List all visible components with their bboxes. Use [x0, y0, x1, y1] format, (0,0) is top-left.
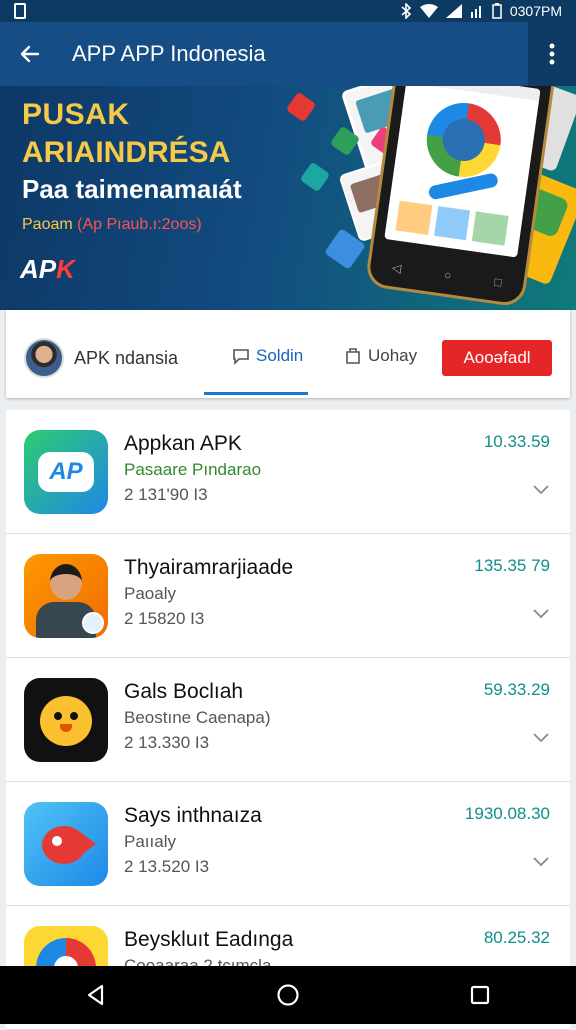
back-button[interactable]	[0, 22, 60, 86]
data-signal-icon	[470, 6, 481, 18]
tab-search-label: Soldin	[256, 346, 304, 365]
banner-heading-line3: Paa taimenamaıát	[22, 174, 242, 204]
avatar[interactable]	[24, 338, 64, 378]
tab-library-label: Uohay	[368, 346, 418, 365]
bag-icon	[346, 348, 360, 364]
app-apk-icon: AP	[24, 430, 108, 514]
apk-logo-main: AP	[20, 254, 57, 284]
app-value: 59.33.29	[483, 680, 550, 699]
apk-logo-accent: K	[56, 254, 75, 284]
tab-search[interactable]: Soldin	[232, 346, 303, 366]
app-size: 2 13.520 I3	[124, 857, 210, 876]
app-size: 2 131'90 I3	[124, 485, 208, 504]
app-title: APP APP Indonesia	[72, 41, 266, 66]
banner-subtitle: Paoam (Ap Pıaub.ı:2oos)	[22, 216, 202, 234]
phone-mockup-nav: ◁ ○ □	[391, 260, 503, 290]
app-bar: APP APP Indonesia	[0, 22, 576, 86]
chevron-down-icon[interactable]	[532, 728, 550, 746]
banner-heading-line1: PUSAK	[22, 98, 130, 131]
signal-icon	[445, 4, 462, 18]
list-item[interactable]: Gals Boclıah Beostıne Caenapa) 2 13.330 …	[6, 658, 570, 782]
app-name: Beyskluıt Eadınga	[124, 928, 294, 951]
app-name: Appkan APK	[124, 432, 242, 455]
brand-label: APK ndansia	[74, 348, 179, 368]
wifi-icon	[419, 4, 438, 18]
list-item[interactable]: Says inthnaıza Paııaly 2 13.520 I3 1930.…	[6, 782, 570, 906]
nav-home-button[interactable]	[258, 970, 318, 1020]
system-nav-bar	[0, 966, 576, 1024]
recents-square-icon	[470, 985, 490, 1005]
app-value: 1930.08.30	[464, 804, 550, 823]
download-button[interactable]: Aooəfadl	[442, 340, 552, 376]
home-circle-icon	[277, 984, 299, 1006]
nav-recents-button[interactable]	[450, 970, 510, 1020]
chevron-down-icon[interactable]	[532, 852, 550, 870]
status-bar: 0307PM	[0, 0, 576, 22]
app-size: 2 13.330 I3	[124, 733, 210, 752]
tabs-card: APK ndansia Soldin Uohay Aooəfadl	[6, 310, 570, 398]
list-item[interactable]: AP Appkan APK Pasaare Pındarao 2 131'90 …	[6, 410, 570, 534]
app-name: Thyairamrarjiaade	[124, 556, 294, 579]
banner-subtitle-prefix: Paoam	[22, 216, 73, 233]
phone-notification-icon	[14, 3, 26, 19]
app-list: AP Appkan APK Pasaare Pındarao 2 131'90 …	[6, 410, 570, 1030]
app-value: 80.25.32	[483, 928, 550, 947]
chevron-down-icon[interactable]	[532, 604, 550, 622]
phone-screen	[384, 86, 541, 258]
app-value: 10.33.59	[483, 432, 550, 451]
app-name: Says inthnaıza	[124, 804, 262, 827]
floating-cube-red	[285, 91, 317, 123]
chick-icon	[24, 678, 108, 762]
more-vert-icon	[549, 43, 555, 65]
chevron-down-icon[interactable]	[532, 480, 550, 498]
app-size: 2 15820 I3	[124, 609, 205, 628]
banner-heading-line2: ARIAINDRÉSA	[22, 136, 231, 169]
battery-icon	[492, 3, 502, 19]
banner-subtitle-highlight: (Ap Pıaub.ı:2oos)	[77, 216, 202, 233]
chat-bubble-icon	[233, 349, 249, 365]
clock: 0307PM	[509, 3, 562, 19]
overflow-menu-button[interactable]	[528, 22, 576, 86]
tab-library[interactable]: Uohay	[344, 346, 417, 366]
nav-back-button[interactable]	[66, 970, 126, 1020]
app-name: Gals Boclıah	[124, 680, 244, 703]
arrow-back-icon	[20, 45, 40, 63]
list-item[interactable]: Thyairamrarjiaade Paoaly 2 15820 I3 135.…	[6, 534, 570, 658]
app-subtitle: Pasaare Pındarao	[124, 460, 262, 479]
active-tab-indicator	[204, 392, 308, 395]
portrait-icon	[24, 554, 108, 638]
apk-logo: APK	[20, 254, 75, 285]
floating-cube-teal	[299, 161, 331, 193]
bluetooth-icon	[401, 3, 412, 19]
app-value: 135.35 79	[474, 556, 550, 575]
promo-banner[interactable]: PUSAK ARIAINDRÉSA Paa taimenamaıát Paoam…	[0, 86, 576, 310]
app-subtitle: Paoaly	[124, 584, 176, 603]
phone-screen-logo	[421, 98, 506, 182]
back-triangle-icon	[87, 984, 104, 1006]
app-subtitle: Beostıne Caenapa)	[124, 708, 271, 727]
fish-icon	[24, 802, 108, 886]
app-subtitle: Paııaly	[124, 832, 176, 851]
